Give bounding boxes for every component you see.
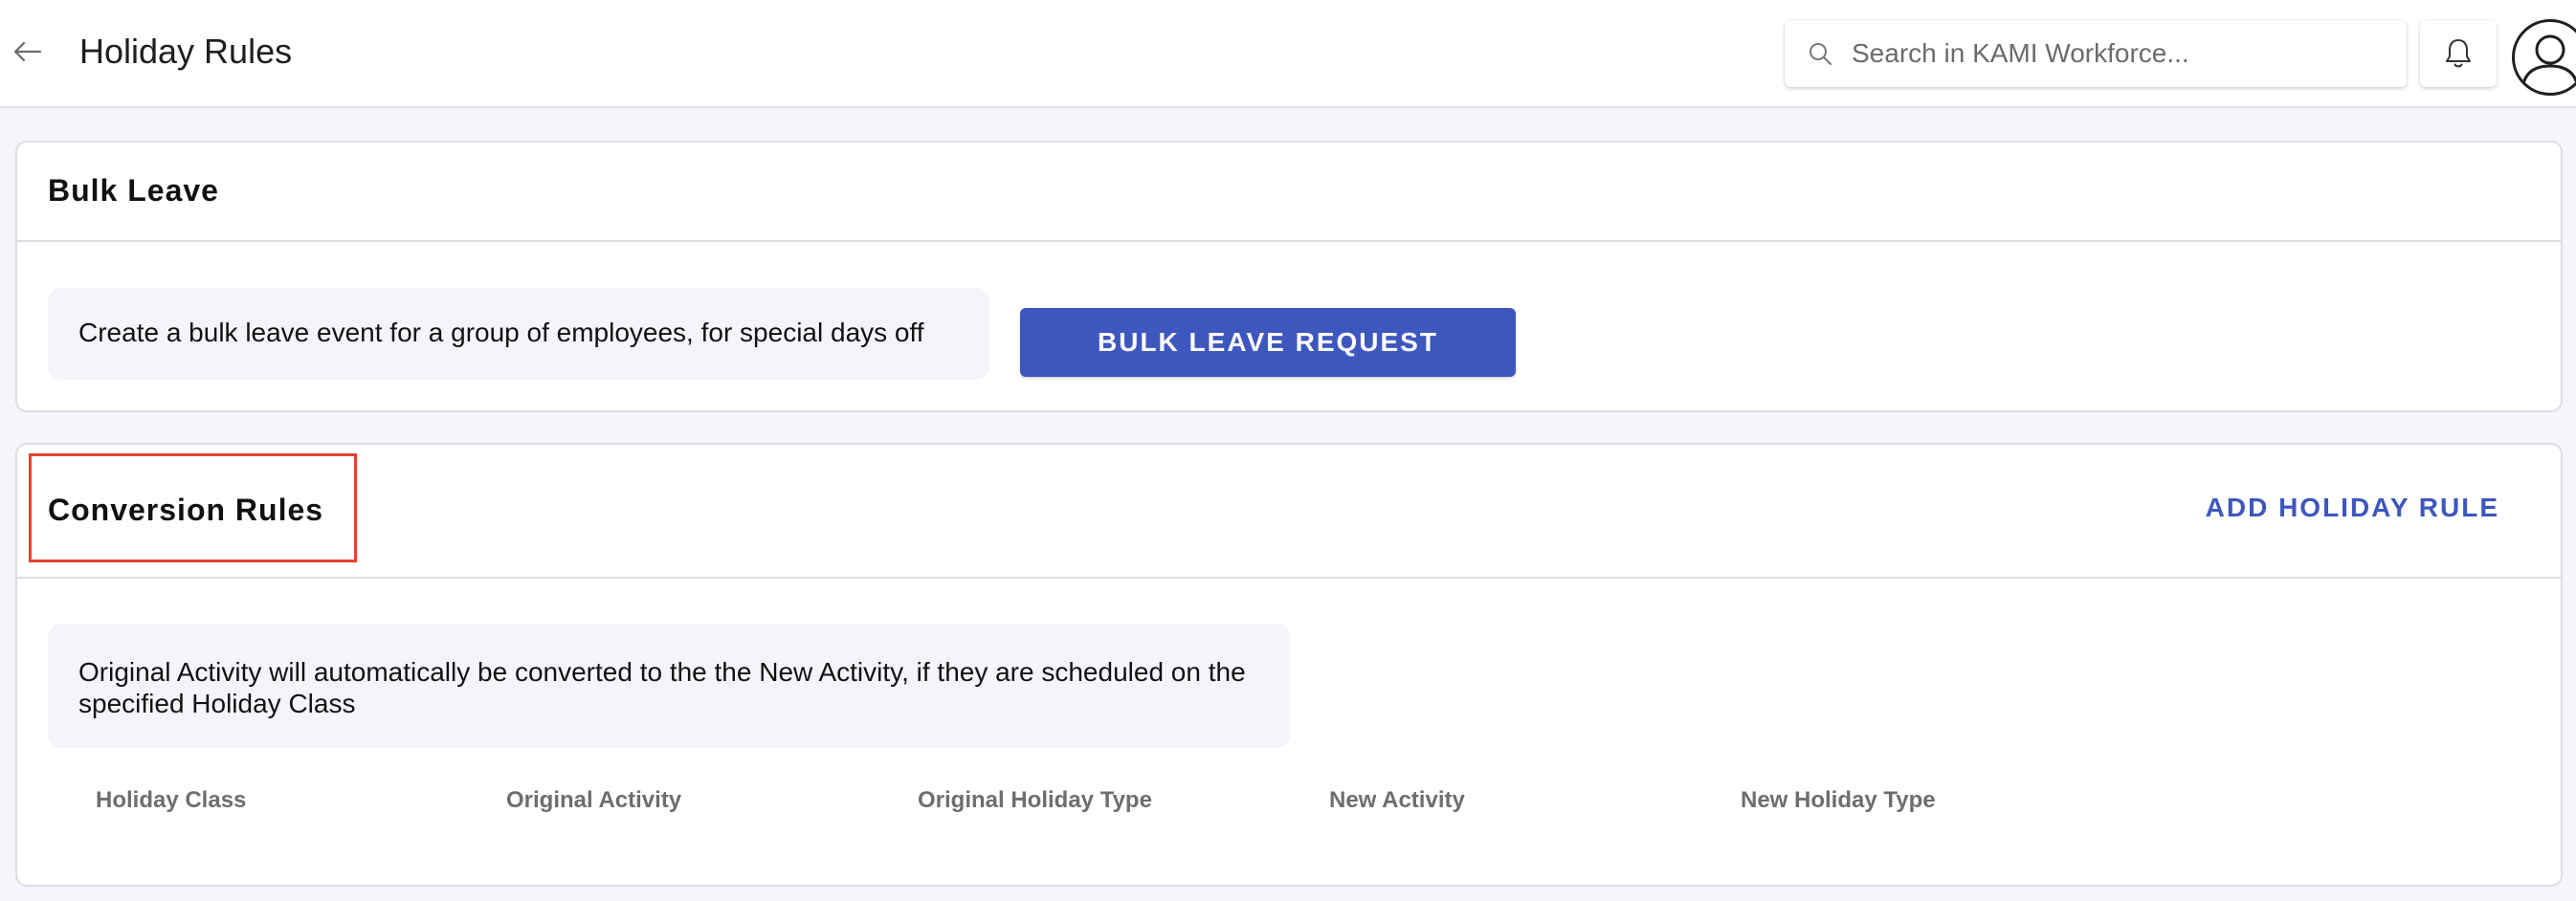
- back-button[interactable]: [8, 31, 46, 73]
- conversion-rules-card: Conversion Rules ADD HOLIDAY RULE Origin…: [15, 443, 2563, 887]
- bulk-leave-header: Bulk Leave: [17, 143, 2561, 242]
- rules-table-header: Holiday Class Original Activity Original…: [17, 787, 2561, 825]
- bell-icon: [2446, 39, 2471, 68]
- bulk-leave-title: Bulk Leave: [48, 173, 219, 208]
- bulk-leave-card: Bulk Leave Create a bulk leave event for…: [15, 141, 2563, 412]
- add-holiday-rule-button[interactable]: ADD HOLIDAY RULE: [2206, 493, 2499, 523]
- bulk-leave-description: Create a bulk leave event for a group of…: [48, 288, 989, 380]
- bulk-leave-request-button[interactable]: BULK LEAVE REQUEST: [1020, 308, 1516, 377]
- search-box[interactable]: [1785, 20, 2407, 87]
- user-avatar-icon: [2520, 34, 2576, 90]
- conversion-rules-description: Original Activity will automatically be …: [48, 624, 1290, 748]
- column-header-holiday-class[interactable]: Holiday Class: [96, 787, 246, 814]
- column-header-new-holiday-type[interactable]: New Holiday Type: [1741, 787, 1936, 814]
- search-icon: [1806, 39, 1834, 68]
- column-header-original-activity[interactable]: Original Activity: [506, 787, 681, 814]
- highlight-annotation-box: [29, 453, 357, 562]
- notifications-button[interactable]: [2420, 20, 2497, 87]
- top-bar: Holiday Rules: [0, 0, 2576, 108]
- profile-avatar[interactable]: [2512, 19, 2576, 96]
- conversion-rules-header: Conversion Rules ADD HOLIDAY RULE: [17, 445, 2561, 579]
- page-title: Holiday Rules: [79, 32, 293, 71]
- search-input[interactable]: [1852, 34, 2387, 73]
- column-header-original-holiday-type[interactable]: Original Holiday Type: [918, 787, 1152, 814]
- arrow-left-icon: [13, 41, 42, 62]
- column-header-new-activity[interactable]: New Activity: [1329, 787, 1465, 814]
